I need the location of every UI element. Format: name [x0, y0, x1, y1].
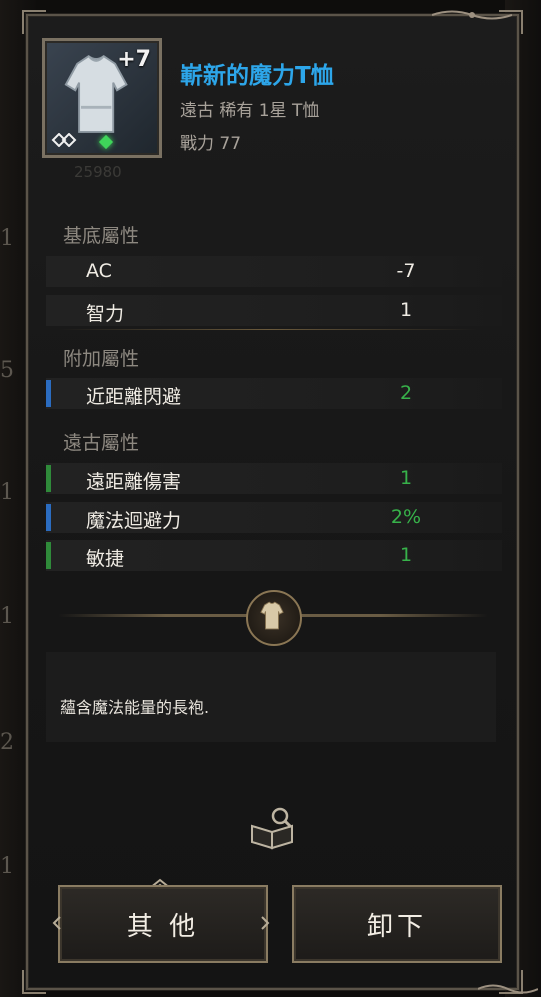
stat-value: 1	[399, 467, 413, 489]
description-box: 蘊含魔法能量的長袍.	[46, 652, 496, 742]
chevron-right-icon	[261, 916, 270, 930]
chevron-left-icon	[52, 916, 61, 930]
stat-label: AC	[86, 260, 112, 282]
item-grade: 遠古 稀有 1星 T恤	[180, 101, 320, 121]
stat-bar	[46, 504, 51, 531]
frame-ornament-icon	[432, 10, 512, 20]
stat-bar	[46, 380, 51, 407]
stat-label: 遠距離傷害	[86, 471, 182, 493]
section-divider	[58, 329, 478, 330]
section-title-ancient: 遠古屬性	[63, 432, 140, 454]
enhance-level: +7	[117, 47, 151, 72]
stat-row: 智力 1	[46, 295, 502, 326]
frame-corner	[22, 970, 46, 994]
stat-label: 近距離閃避	[86, 386, 182, 408]
stat-label: 敏捷	[86, 548, 125, 570]
stat-label: 魔法迴避力	[86, 510, 182, 532]
item-code: 25980	[74, 163, 122, 181]
stat-value: -7	[396, 260, 416, 282]
item-power: 戰力 77	[180, 134, 242, 154]
section-title-extra: 附加屬性	[63, 348, 140, 370]
stat-row: 遠距離傷害 1	[46, 463, 502, 494]
item-detail-panel: +7 25980 嶄新的魔力T恤 遠古 稀有 1星 T恤 戰力 77 基底屬性 …	[22, 10, 538, 994]
item-name: 嶄新的魔力T恤	[180, 63, 334, 89]
frame-ornament-icon	[478, 984, 538, 994]
stat-row: 近距離閃避 2	[46, 378, 502, 409]
stat-row: 敏捷 1	[46, 540, 502, 571]
stat-row: AC -7	[46, 256, 502, 287]
stat-value: 2	[399, 382, 413, 404]
lock-icon	[51, 133, 77, 147]
stat-value: 2%	[390, 506, 422, 528]
background-number: 1	[0, 854, 14, 879]
background-number: 1	[0, 226, 14, 251]
unequip-button[interactable]: 卸下	[292, 885, 502, 963]
stat-value: 1	[399, 544, 413, 566]
section-title-base: 基底屬性	[63, 225, 140, 247]
background-number: 2	[0, 730, 14, 755]
book-search-icon[interactable]	[248, 806, 298, 850]
background-number: 1	[0, 604, 14, 629]
background-number: 1	[0, 480, 14, 505]
stat-row: 魔法迴避力 2%	[46, 502, 502, 533]
frame-corner	[22, 10, 46, 34]
background-number: 5	[0, 358, 14, 383]
stat-bar	[46, 542, 51, 569]
stat-label: 智力	[86, 303, 125, 325]
stat-value: 1	[399, 299, 413, 321]
item-icon-frame[interactable]: +7	[42, 38, 162, 158]
shirt-emblem-icon	[246, 590, 302, 646]
other-button[interactable]: 其 他	[58, 885, 268, 963]
other-button-label: 其 他	[126, 911, 200, 942]
unequip-button-label: 卸下	[366, 911, 427, 942]
item-description: 蘊含魔法能量的長袍.	[60, 698, 210, 717]
stat-bar	[46, 465, 51, 492]
